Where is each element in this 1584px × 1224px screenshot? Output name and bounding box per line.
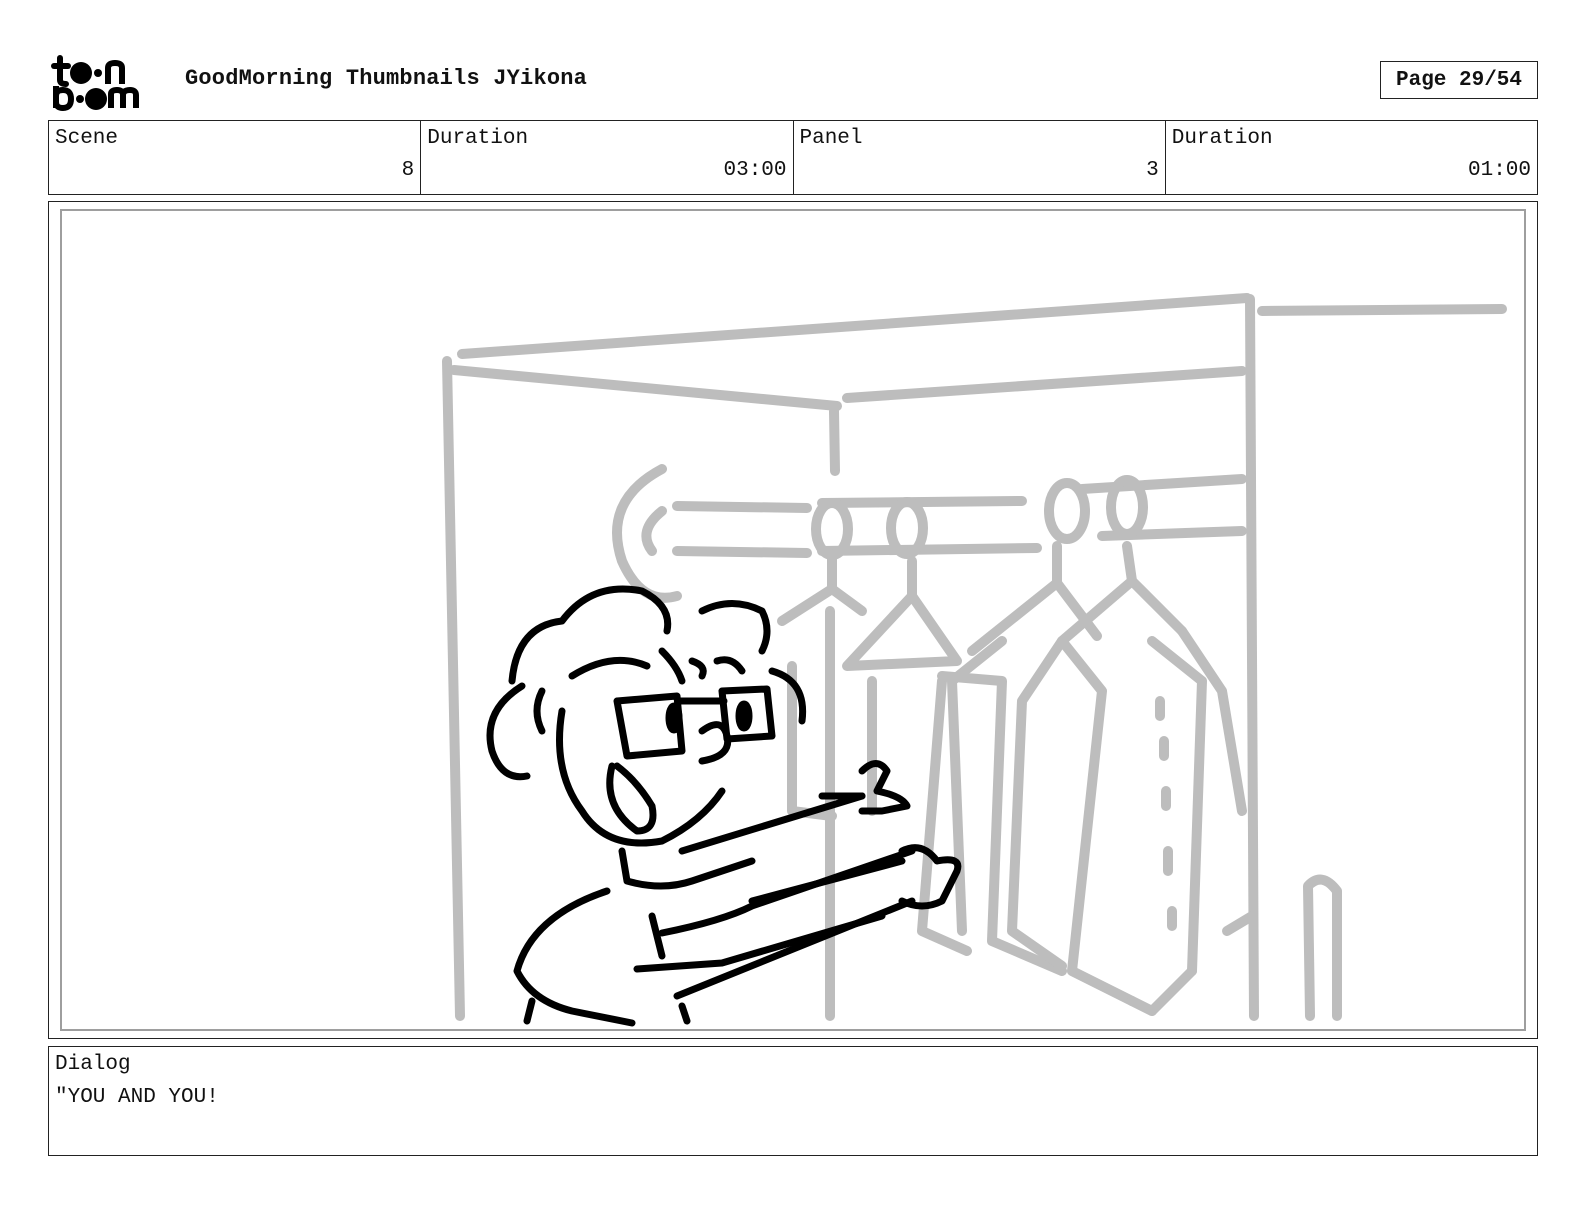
dialog-text: "YOU AND YOU!	[55, 1086, 219, 1109]
closet-sketch	[442, 293, 1507, 1021]
panel-info-table: Scene 8 Duration 03:00 Panel 3 Duration …	[48, 120, 1538, 195]
scene-cell: Scene 8	[49, 121, 422, 194]
scene-duration-label: Duration	[427, 127, 529, 150]
scene-label: Scene	[55, 127, 119, 150]
scene-value: 8	[401, 159, 415, 182]
panel-duration-cell: Duration 01:00	[1166, 121, 1537, 194]
panel-value: 3	[1146, 159, 1159, 182]
dialog-label: Dialog	[55, 1053, 131, 1076]
panel-sketch	[442, 293, 1507, 1027]
scene-duration-cell: Duration 03:00	[421, 121, 794, 194]
page-indicator: Page 29/54	[1380, 61, 1538, 99]
storyboard-panel-frame	[48, 201, 1538, 1039]
document-title: GoodMorning Thumbnails JYikona	[185, 66, 588, 91]
panel-label: Panel	[799, 127, 863, 150]
storyboard-panel-image	[60, 209, 1526, 1031]
character-sketch	[486, 585, 962, 1027]
toon-boom-logo-mark	[51, 55, 139, 112]
panel-duration-label: Duration	[1171, 127, 1273, 150]
scene-duration-value: 03:00	[723, 159, 787, 182]
toon-boom-logo	[50, 50, 164, 112]
panel-duration-value: 01:00	[1467, 159, 1531, 182]
dialog-box: Dialog "YOU AND YOU!	[48, 1046, 1538, 1156]
panel-cell: Panel 3	[794, 121, 1166, 194]
